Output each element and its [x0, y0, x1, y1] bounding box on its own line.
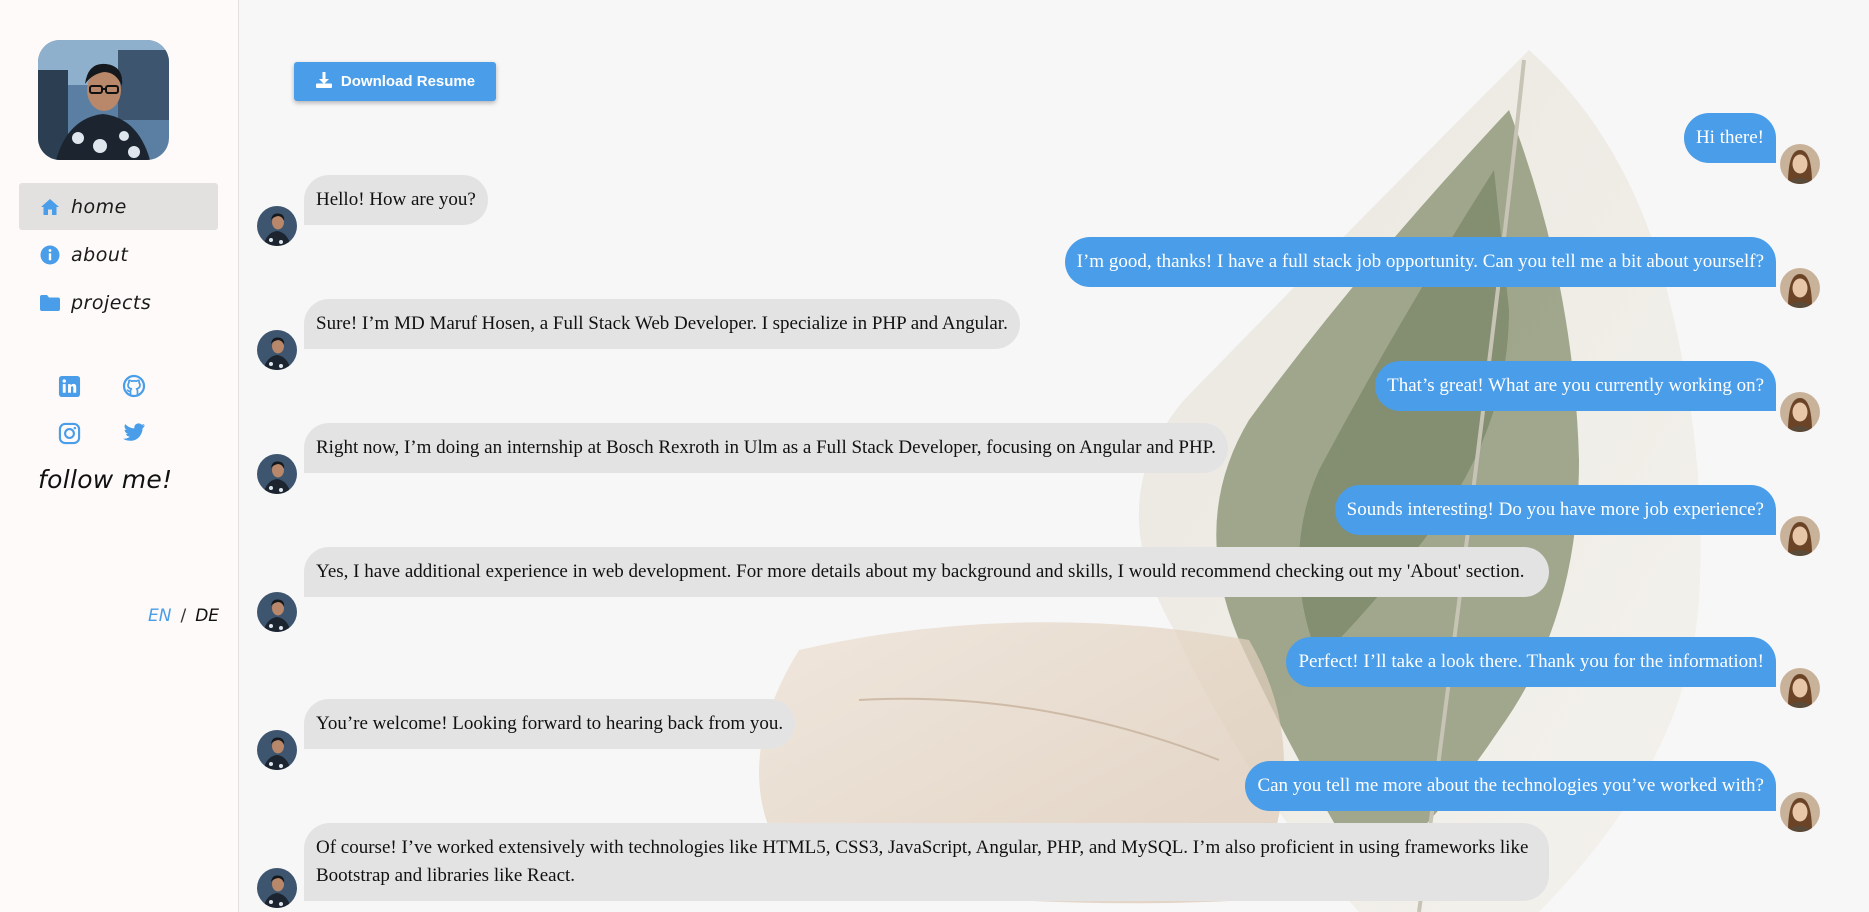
- home-icon: [39, 196, 61, 218]
- sidebar: home about projects follow me! EN / DE: [0, 0, 239, 912]
- lang-separator: /: [180, 606, 187, 626]
- bot-avatar: [257, 454, 297, 494]
- nav-item-home[interactable]: home: [19, 183, 218, 230]
- download-resume-button[interactable]: Download Resume: [294, 62, 496, 101]
- message-bubble-user: That’s great! What are you currently wor…: [1375, 361, 1776, 411]
- message-bubble-user: Sounds interesting! Do you have more job…: [1334, 485, 1776, 535]
- message-bubble-bot: Yes, I have additional experience in web…: [304, 547, 1549, 597]
- instagram-icon[interactable]: [56, 420, 82, 446]
- message-bubble-bot: Right now, I’m doing an internship at Bo…: [304, 423, 1228, 473]
- lang-en-button[interactable]: EN: [148, 606, 171, 626]
- lang-de-button[interactable]: DE: [195, 606, 219, 626]
- nav-item-projects[interactable]: projects: [19, 279, 218, 326]
- follow-me-text: follow me!: [38, 465, 173, 494]
- nav-label-about: about: [71, 243, 129, 266]
- nav-item-about[interactable]: about: [19, 231, 218, 278]
- message-bubble-bot: Sure! I’m MD Maruf Hosen, a Full Stack W…: [304, 299, 1020, 349]
- bot-avatar: [257, 868, 297, 908]
- message-bubble-user: I’m good, thanks! I have a full stack jo…: [1064, 237, 1776, 287]
- bot-avatar: [257, 592, 297, 632]
- profile-avatar: [38, 40, 169, 160]
- message-bubble-bot: Hello! How are you?: [304, 175, 488, 225]
- message-bubble-bot: Of course! I’ve worked extensively with …: [304, 823, 1549, 901]
- user-avatar: [1780, 668, 1820, 708]
- download-icon: [315, 71, 333, 93]
- user-avatar: [1780, 144, 1820, 184]
- twitter-icon[interactable]: [121, 420, 147, 446]
- nav-label-home: home: [71, 195, 127, 218]
- github-icon[interactable]: [121, 373, 147, 399]
- bot-avatar: [257, 330, 297, 370]
- folder-icon: [39, 292, 61, 314]
- linkedin-icon[interactable]: [56, 373, 82, 399]
- info-icon: [39, 244, 61, 266]
- message-bubble-user: Can you tell me more about the technolog…: [1245, 761, 1776, 811]
- bot-avatar: [257, 730, 297, 770]
- language-switcher: EN / DE: [148, 606, 219, 626]
- chat-area: Download Resume Hi there! Hello! How are…: [239, 0, 1869, 912]
- message-bubble-user: Perfect! I’ll take a look there. Thank y…: [1286, 637, 1776, 687]
- bot-avatar: [257, 206, 297, 246]
- user-avatar: [1780, 516, 1820, 556]
- user-avatar: [1780, 268, 1820, 308]
- message-bubble-bot: You’re welcome! Looking forward to heari…: [304, 699, 796, 749]
- user-avatar: [1780, 792, 1820, 832]
- message-bubble-user: Hi there!: [1683, 113, 1776, 163]
- download-resume-label: Download Resume: [340, 73, 476, 90]
- user-avatar: [1780, 392, 1820, 432]
- nav-label-projects: projects: [71, 291, 152, 314]
